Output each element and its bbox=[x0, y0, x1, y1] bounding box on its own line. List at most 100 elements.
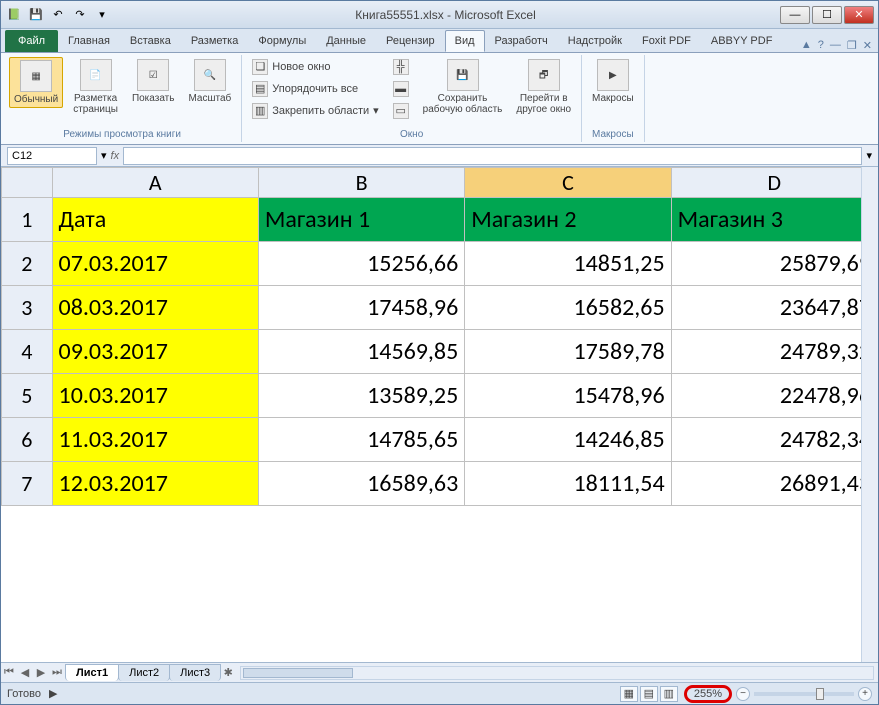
horizontal-scrollbar[interactable] bbox=[240, 666, 874, 680]
tab-addins[interactable]: Надстройк bbox=[558, 30, 632, 52]
cell-D4[interactable]: 24789,32 bbox=[671, 330, 877, 374]
cell-A7[interactable]: 12.03.2017 bbox=[52, 462, 258, 506]
zoom-slider[interactable] bbox=[754, 692, 854, 696]
ribbon-minimize-icon[interactable]: ▲ bbox=[801, 39, 812, 52]
unhide-button[interactable]: ▭ bbox=[389, 101, 413, 121]
cell-C2[interactable]: 14851,25 bbox=[465, 242, 671, 286]
sheet-nav-next-icon[interactable]: ▶ bbox=[33, 666, 49, 679]
col-header-B[interactable]: B bbox=[258, 168, 464, 198]
workbook-restore-icon[interactable]: ❐ bbox=[847, 39, 857, 52]
tab-file[interactable]: Файл bbox=[5, 30, 58, 52]
qat-dropdown-icon[interactable]: ▾ bbox=[93, 6, 111, 24]
vertical-scrollbar[interactable] bbox=[861, 167, 878, 662]
formula-expand-icon[interactable]: ▾ bbox=[866, 149, 872, 162]
cell-B5[interactable]: 13589,25 bbox=[258, 374, 464, 418]
cell-B7[interactable]: 16589,63 bbox=[258, 462, 464, 506]
cell-A6[interactable]: 11.03.2017 bbox=[52, 418, 258, 462]
zoom-button[interactable]: 🔍 Масштаб bbox=[184, 57, 235, 106]
tab-developer[interactable]: Разработч bbox=[485, 30, 558, 52]
tab-foxit[interactable]: Foxit PDF bbox=[632, 30, 701, 52]
hide-button[interactable]: ▬ bbox=[389, 79, 413, 99]
save-workspace-button[interactable]: 💾 Сохранить рабочую область bbox=[419, 57, 507, 117]
undo-icon[interactable]: ↶ bbox=[49, 6, 67, 24]
sheet-tab-3[interactable]: Лист3 bbox=[169, 664, 221, 681]
cell-B4[interactable]: 14569,85 bbox=[258, 330, 464, 374]
col-header-C[interactable]: C bbox=[465, 168, 671, 198]
tab-data[interactable]: Данные bbox=[316, 30, 376, 52]
sheet-tab-1[interactable]: Лист1 bbox=[65, 664, 119, 681]
cell-C3[interactable]: 16582,65 bbox=[465, 286, 671, 330]
help-icon[interactable]: ? bbox=[818, 39, 824, 52]
freeze-button[interactable]: ▥Закрепить области▾ bbox=[248, 101, 382, 121]
close-button[interactable]: ✕ bbox=[844, 6, 874, 24]
zoom-out-button[interactable]: − bbox=[736, 687, 750, 701]
save-icon[interactable]: 💾 bbox=[27, 6, 45, 24]
sheet-nav-prev-icon[interactable]: ◀ bbox=[17, 666, 33, 679]
view-normal-icon[interactable]: ▦ bbox=[620, 686, 638, 702]
tab-abbyy[interactable]: ABBYY PDF bbox=[701, 30, 783, 52]
cell-D5[interactable]: 22478,96 bbox=[671, 374, 877, 418]
col-header-D[interactable]: D bbox=[671, 168, 877, 198]
name-box-dropdown-icon[interactable]: ▾ bbox=[101, 149, 107, 162]
cell-A4[interactable]: 09.03.2017 bbox=[52, 330, 258, 374]
normal-view-button[interactable]: ▦ Обычный bbox=[9, 57, 63, 108]
cell-D7[interactable]: 26891,43 bbox=[671, 462, 877, 506]
cell-D2[interactable]: 25879,69 bbox=[671, 242, 877, 286]
tab-insert[interactable]: Вставка bbox=[120, 30, 181, 52]
row-header-3[interactable]: 3 bbox=[2, 286, 53, 330]
view-pagelayout-icon[interactable]: ▤ bbox=[640, 686, 658, 702]
cell-C7[interactable]: 18111,54 bbox=[465, 462, 671, 506]
cell-A5[interactable]: 10.03.2017 bbox=[52, 374, 258, 418]
cell-A3[interactable]: 08.03.2017 bbox=[52, 286, 258, 330]
select-all-corner[interactable] bbox=[2, 168, 53, 198]
page-layout-button[interactable]: 📄 Разметка страницы bbox=[69, 57, 122, 117]
cell-B2[interactable]: 15256,66 bbox=[258, 242, 464, 286]
new-sheet-icon[interactable]: ✱ bbox=[220, 666, 236, 679]
split-button[interactable]: ╬ bbox=[389, 57, 413, 77]
cell-C1[interactable]: Магазин 2 bbox=[465, 198, 671, 242]
tab-view[interactable]: Вид bbox=[445, 30, 485, 52]
cell-A1[interactable]: Дата bbox=[52, 198, 258, 242]
tab-layout[interactable]: Разметка bbox=[181, 30, 249, 52]
cell-A2[interactable]: 07.03.2017 bbox=[52, 242, 258, 286]
zoom-in-button[interactable]: + bbox=[858, 687, 872, 701]
arrange-button[interactable]: ▤Упорядочить все bbox=[248, 79, 362, 99]
maximize-button[interactable]: ☐ bbox=[812, 6, 842, 24]
fx-label[interactable]: fx bbox=[111, 150, 120, 162]
cell-B1[interactable]: Магазин 1 bbox=[258, 198, 464, 242]
row-header-2[interactable]: 2 bbox=[2, 242, 53, 286]
view-pagebreak-icon[interactable]: ▥ bbox=[660, 686, 678, 702]
row-header-1[interactable]: 1 bbox=[2, 198, 53, 242]
cell-B6[interactable]: 14785,65 bbox=[258, 418, 464, 462]
new-window-button[interactable]: ❏Новое окно bbox=[248, 57, 334, 77]
tab-formulas[interactable]: Формулы bbox=[248, 30, 316, 52]
formula-input[interactable] bbox=[123, 147, 862, 165]
cell-D3[interactable]: 23647,87 bbox=[671, 286, 877, 330]
switch-window-button[interactable]: 🗗 Перейти в другое окно bbox=[512, 57, 575, 117]
tab-review[interactable]: Рецензир bbox=[376, 30, 445, 52]
cell-D1[interactable]: Магазин 3 bbox=[671, 198, 877, 242]
sheet-nav-first-icon[interactable]: ⏮ bbox=[1, 666, 17, 679]
show-button[interactable]: ☑ Показать bbox=[128, 57, 179, 106]
cell-C4[interactable]: 17589,78 bbox=[465, 330, 671, 374]
cell-C5[interactable]: 15478,96 bbox=[465, 374, 671, 418]
macros-button[interactable]: ▶ Макросы bbox=[588, 57, 638, 106]
sheet-tab-2[interactable]: Лист2 bbox=[118, 664, 170, 681]
row-header-5[interactable]: 5 bbox=[2, 374, 53, 418]
row-header-7[interactable]: 7 bbox=[2, 462, 53, 506]
cell-D6[interactable]: 24782,34 bbox=[671, 418, 877, 462]
cell-B3[interactable]: 17458,96 bbox=[258, 286, 464, 330]
macro-record-icon[interactable]: ▶ bbox=[49, 687, 57, 700]
redo-icon[interactable]: ↷ bbox=[71, 6, 89, 24]
cell-C6[interactable]: 14246,85 bbox=[465, 418, 671, 462]
minimize-button[interactable]: — bbox=[780, 6, 810, 24]
name-box[interactable]: C12 bbox=[7, 147, 97, 165]
row-header-6[interactable]: 6 bbox=[2, 418, 53, 462]
zoom-percent[interactable]: 255% bbox=[690, 687, 726, 701]
workbook-minimize-icon[interactable]: — bbox=[830, 39, 841, 52]
col-header-A[interactable]: A bbox=[52, 168, 258, 198]
sheet-nav-last-icon[interactable]: ⏭ bbox=[49, 666, 65, 679]
tab-home[interactable]: Главная bbox=[58, 30, 120, 52]
worksheet-grid[interactable]: ABCD 1ДатаМагазин 1Магазин 2Магазин 3 207.… bbox=[1, 167, 878, 662]
row-header-4[interactable]: 4 bbox=[2, 330, 53, 374]
